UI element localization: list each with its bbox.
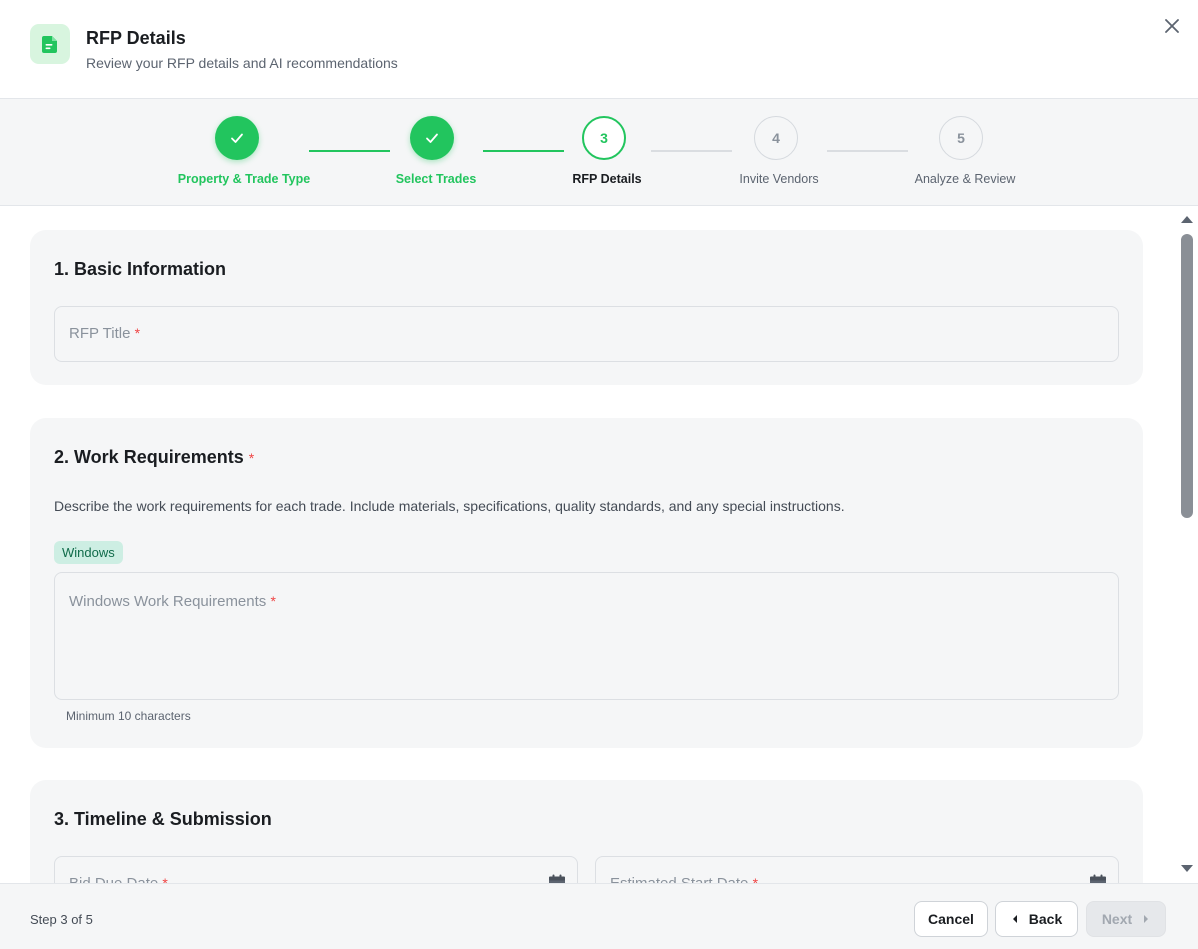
check-icon: [426, 133, 438, 143]
rfp-title-placeholder: RFP Title: [69, 325, 131, 342]
step-indicator: Step 3 of 5: [30, 912, 93, 927]
step-2-circle[interactable]: [410, 116, 454, 160]
basic-information-card: 1. Basic Information RFP Title *: [30, 230, 1143, 385]
close-icon: [1165, 19, 1179, 33]
step-connector: [309, 150, 390, 152]
chevron-left-icon: [1012, 915, 1017, 923]
modal-header: RFP Details Review your RFP details and …: [0, 0, 1198, 99]
step-connector: [827, 150, 908, 152]
document-icon: [30, 24, 70, 64]
step-2-label: Select Trades: [395, 172, 477, 186]
next-button[interactable]: Next: [1086, 901, 1166, 937]
step-1-circle[interactable]: [215, 116, 259, 160]
section-title: 3. Timeline & Submission: [54, 809, 272, 829]
close-button[interactable]: [1160, 14, 1184, 38]
required-mark: *: [752, 875, 759, 883]
back-button[interactable]: Back: [995, 901, 1078, 937]
start-date-placeholder: Estimated Start Date: [610, 875, 748, 883]
section-title: 1. Basic Information: [54, 259, 227, 279]
helper-text: Minimum 10 characters: [66, 709, 191, 723]
work-requirements-card: 2. Work Requirements * Describe the work…: [30, 418, 1143, 748]
scroll-up-arrow[interactable]: [1180, 214, 1194, 224]
form-scroll-area[interactable]: 1. Basic Information RFP Title * 2. Work…: [0, 206, 1198, 883]
required-mark: *: [270, 593, 276, 609]
progress-stepper: Property & Trade Type Select Trades 3 RF…: [0, 99, 1198, 206]
section-title: 2. Work Requirements: [54, 447, 244, 467]
calendar-icon[interactable]: [1088, 873, 1108, 883]
page-title: RFP Details: [86, 28, 186, 48]
estimated-start-date-input[interactable]: Estimated Start Date *: [595, 856, 1119, 883]
chevron-right-icon: [1144, 915, 1149, 923]
step-4-circle: 4: [754, 116, 798, 160]
required-mark: *: [134, 325, 141, 341]
page-subtitle: Review your RFP details and AI recommend…: [86, 55, 398, 71]
rfp-title-input[interactable]: RFP Title *: [54, 306, 1119, 362]
modal-footer: Step 3 of 5 Cancel Back Next: [0, 883, 1198, 949]
step-connector: [483, 150, 564, 152]
cancel-label: Cancel: [928, 911, 974, 927]
step-5-circle: 5: [939, 116, 983, 160]
section-description: Describe the work requirements for each …: [54, 498, 845, 514]
step-4-label: Invite Vendors: [739, 172, 819, 186]
back-label: Back: [1028, 911, 1063, 927]
bid-due-date-input[interactable]: Bid Due Date *: [54, 856, 578, 883]
required-mark: *: [162, 875, 168, 883]
windows-work-requirements-textarea[interactable]: Windows Work Requirements *: [54, 572, 1119, 700]
trade-chip-windows: Windows: [54, 541, 123, 564]
step-connector: [651, 150, 732, 152]
check-icon: [231, 133, 243, 143]
timeline-submission-card: 3. Timeline & Submission Bid Due Date * …: [30, 780, 1143, 883]
step-1-label: Property & Trade Type: [177, 172, 311, 186]
cancel-button[interactable]: Cancel: [914, 901, 988, 937]
scroll-down-arrow[interactable]: [1180, 864, 1194, 874]
calendar-icon[interactable]: [547, 873, 567, 883]
next-label: Next: [1101, 911, 1133, 927]
bid-due-placeholder: Bid Due Date: [69, 875, 158, 883]
required-mark: *: [248, 450, 255, 466]
step-3-label: RFP Details: [572, 172, 642, 186]
step-3-circle: 3: [582, 116, 626, 160]
textarea-placeholder: Windows Work Requirements: [69, 593, 267, 610]
step-5-label: Analyze & Review: [914, 172, 1016, 186]
scrollbar-thumb[interactable]: [1181, 234, 1193, 518]
